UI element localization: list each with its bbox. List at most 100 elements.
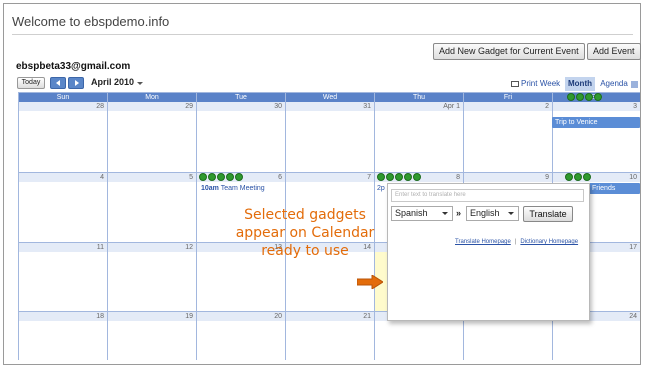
gadget-dot-icon[interactable] (386, 173, 394, 181)
event-truncated[interactable]: 2p (377, 185, 385, 192)
day-number[interactable]: 7 (286, 173, 374, 182)
day-cell[interactable] (286, 321, 374, 360)
current-month-label: April 2010 (91, 77, 135, 87)
event-time: 10am (201, 185, 219, 192)
day-cell[interactable] (108, 252, 196, 311)
target-language-value: English (470, 208, 500, 218)
gadget-indicators[interactable] (567, 93, 602, 102)
day-number[interactable]: 4 (19, 173, 107, 182)
tab-month[interactable]: Month (565, 77, 595, 91)
gadget-dot-icon[interactable] (574, 173, 582, 181)
page-title: Welcome to ebspdemo.info (12, 14, 170, 29)
day-cell[interactable] (19, 252, 107, 311)
day-header: Tue (197, 93, 285, 102)
arrow-right-icon (357, 275, 383, 289)
gadget-dot-icon[interactable] (226, 173, 234, 181)
day-cell[interactable] (197, 111, 285, 172)
day-number[interactable]: 5 (108, 173, 196, 182)
day-cell[interactable] (375, 321, 463, 360)
event-friends[interactable]: Friends (589, 183, 640, 194)
day-number[interactable]: 20 (197, 312, 285, 321)
title-divider (12, 34, 633, 35)
day-number[interactable]: 2 (464, 102, 552, 111)
day-cell[interactable] (108, 182, 196, 242)
day-number[interactable]: 19 (108, 312, 196, 321)
callout-annotation: Selected gadgets appear on Calendar read… (228, 206, 382, 260)
day-number[interactable]: 21 (286, 312, 374, 321)
gadget-dot-icon[interactable] (576, 93, 584, 101)
gadget-dot-icon[interactable] (594, 93, 602, 101)
callout-line: ready to use (261, 243, 349, 259)
event-team-meeting[interactable]: 10am Team Meeting (201, 185, 265, 192)
day-cell[interactable] (19, 111, 107, 172)
callout-line: Selected gadgets (244, 207, 366, 223)
gadget-dot-icon[interactable] (404, 173, 412, 181)
day-cell[interactable] (464, 111, 552, 172)
gadget-dot-icon[interactable] (377, 173, 385, 181)
agenda-dropdown-icon[interactable] (631, 81, 638, 88)
today-button[interactable]: Today (17, 77, 45, 89)
gadget-dot-icon[interactable] (208, 173, 216, 181)
month-dropdown-icon[interactable] (137, 82, 143, 85)
day-cell[interactable] (375, 111, 463, 172)
callout-line: appear on Calendar (235, 225, 375, 241)
day-number[interactable]: 29 (108, 102, 196, 111)
gadget-indicators[interactable] (377, 173, 421, 182)
chevron-down-icon (508, 212, 514, 215)
print-link[interactable]: Print (511, 79, 537, 88)
day-cell[interactable] (108, 111, 196, 172)
day-header: Fri (464, 93, 552, 102)
gadget-indicators[interactable] (565, 173, 591, 182)
gadget-dot-icon[interactable] (583, 173, 591, 181)
day-header: Mon (108, 93, 196, 102)
day-number[interactable]: 18 (19, 312, 107, 321)
swap-direction-icon: » (456, 208, 462, 218)
week-row: 28 29 30 31 Apr 123 (19, 102, 641, 173)
day-number[interactable]: 11 (19, 243, 107, 252)
source-language-select[interactable]: Spanish (391, 206, 453, 221)
tab-week[interactable]: Week (537, 77, 563, 91)
translate-button[interactable]: Translate (523, 206, 573, 222)
day-number[interactable]: 28 (19, 102, 107, 111)
day-number[interactable]: 3 (553, 102, 640, 111)
translate-gadget-popup: Enter text to translate here Spanish » E… (387, 183, 590, 321)
day-cell[interactable] (464, 321, 552, 360)
add-gadget-button[interactable]: Add New Gadget for Current Event (433, 43, 585, 60)
day-cell[interactable] (19, 321, 107, 360)
target-language-select[interactable]: English (466, 206, 519, 221)
gadget-dot-icon[interactable] (199, 173, 207, 181)
gadget-dot-icon[interactable] (235, 173, 243, 181)
gadget-dot-icon[interactable] (565, 173, 573, 181)
day-cell[interactable] (197, 321, 285, 360)
day-cell[interactable] (19, 182, 107, 242)
translate-homepage-link[interactable]: Translate Homepage (455, 239, 511, 245)
day-number[interactable]: 31 (286, 102, 374, 111)
day-cell[interactable] (553, 321, 640, 360)
chevron-down-icon (442, 212, 448, 215)
gadget-dot-icon[interactable] (395, 173, 403, 181)
day-cell[interactable] (108, 321, 196, 360)
gadget-dot-icon[interactable] (567, 93, 575, 101)
printer-icon (511, 81, 519, 87)
gadget-indicators[interactable] (199, 173, 243, 182)
event-trip-to-venice[interactable]: Trip to Venice (552, 117, 640, 128)
gadget-dot-icon[interactable] (413, 173, 421, 181)
day-number[interactable]: 30 (197, 102, 285, 111)
next-month-icon[interactable] (68, 77, 84, 89)
add-event-button[interactable]: Add Event (587, 43, 641, 60)
source-language-value: Spanish (395, 208, 428, 218)
print-label: Print (521, 79, 538, 88)
gadget-dot-icon[interactable] (217, 173, 225, 181)
day-cell[interactable] (197, 252, 285, 311)
day-number[interactable]: 9 (464, 173, 552, 182)
day-cell[interactable] (286, 111, 374, 172)
translate-text-input[interactable]: Enter text to translate here (391, 189, 584, 202)
day-header: Thu (375, 93, 463, 102)
gadget-dot-icon[interactable] (585, 93, 593, 101)
prev-month-icon[interactable] (50, 77, 66, 89)
dictionary-homepage-link[interactable]: Dictionary Homepage (520, 239, 578, 245)
link-separator: | (514, 239, 517, 245)
tab-agenda[interactable]: Agenda (598, 77, 630, 91)
day-number[interactable]: 12 (108, 243, 196, 252)
day-number[interactable]: Apr 1 (375, 102, 463, 111)
